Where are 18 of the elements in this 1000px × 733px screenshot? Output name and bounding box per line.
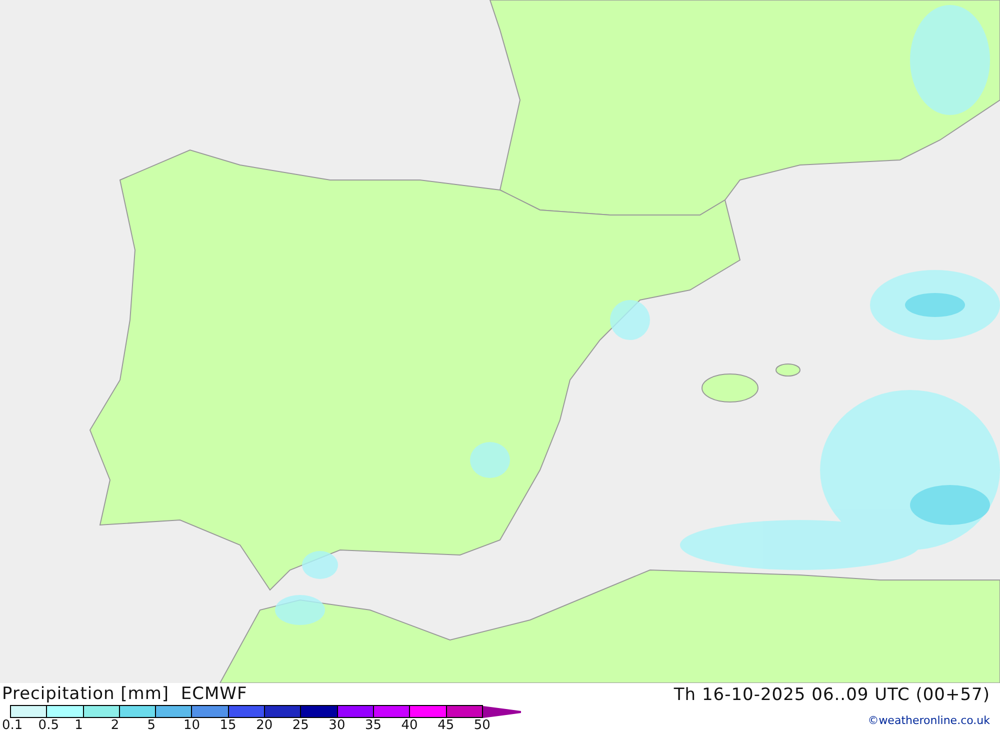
- legend-label: 1: [74, 718, 83, 733]
- valid-time: Th 16-10-2025 06..09 UTC (00+57): [674, 684, 990, 707]
- legend-label: 5: [147, 718, 156, 733]
- legend-label: 2: [110, 718, 120, 733]
- legend-label: 45: [438, 718, 454, 733]
- legend-label: 15: [220, 718, 236, 733]
- legend-label: 20: [256, 718, 273, 733]
- legend-label: 50: [474, 718, 490, 733]
- legend-label: 40: [401, 718, 418, 733]
- credit-link[interactable]: ©weatheronline.co.uk: [868, 714, 990, 727]
- legend-label: 10: [183, 718, 200, 733]
- legend-label: 25: [292, 718, 309, 733]
- map-title: Precipitation [mm] ECMWF: [2, 683, 248, 705]
- legend-label: 0.1: [2, 718, 23, 733]
- legend-label: 30: [328, 718, 346, 733]
- legend-label: 0.5: [38, 718, 59, 733]
- legend-arrow-icon: [482, 706, 521, 718]
- legend-label: 35: [364, 718, 382, 733]
